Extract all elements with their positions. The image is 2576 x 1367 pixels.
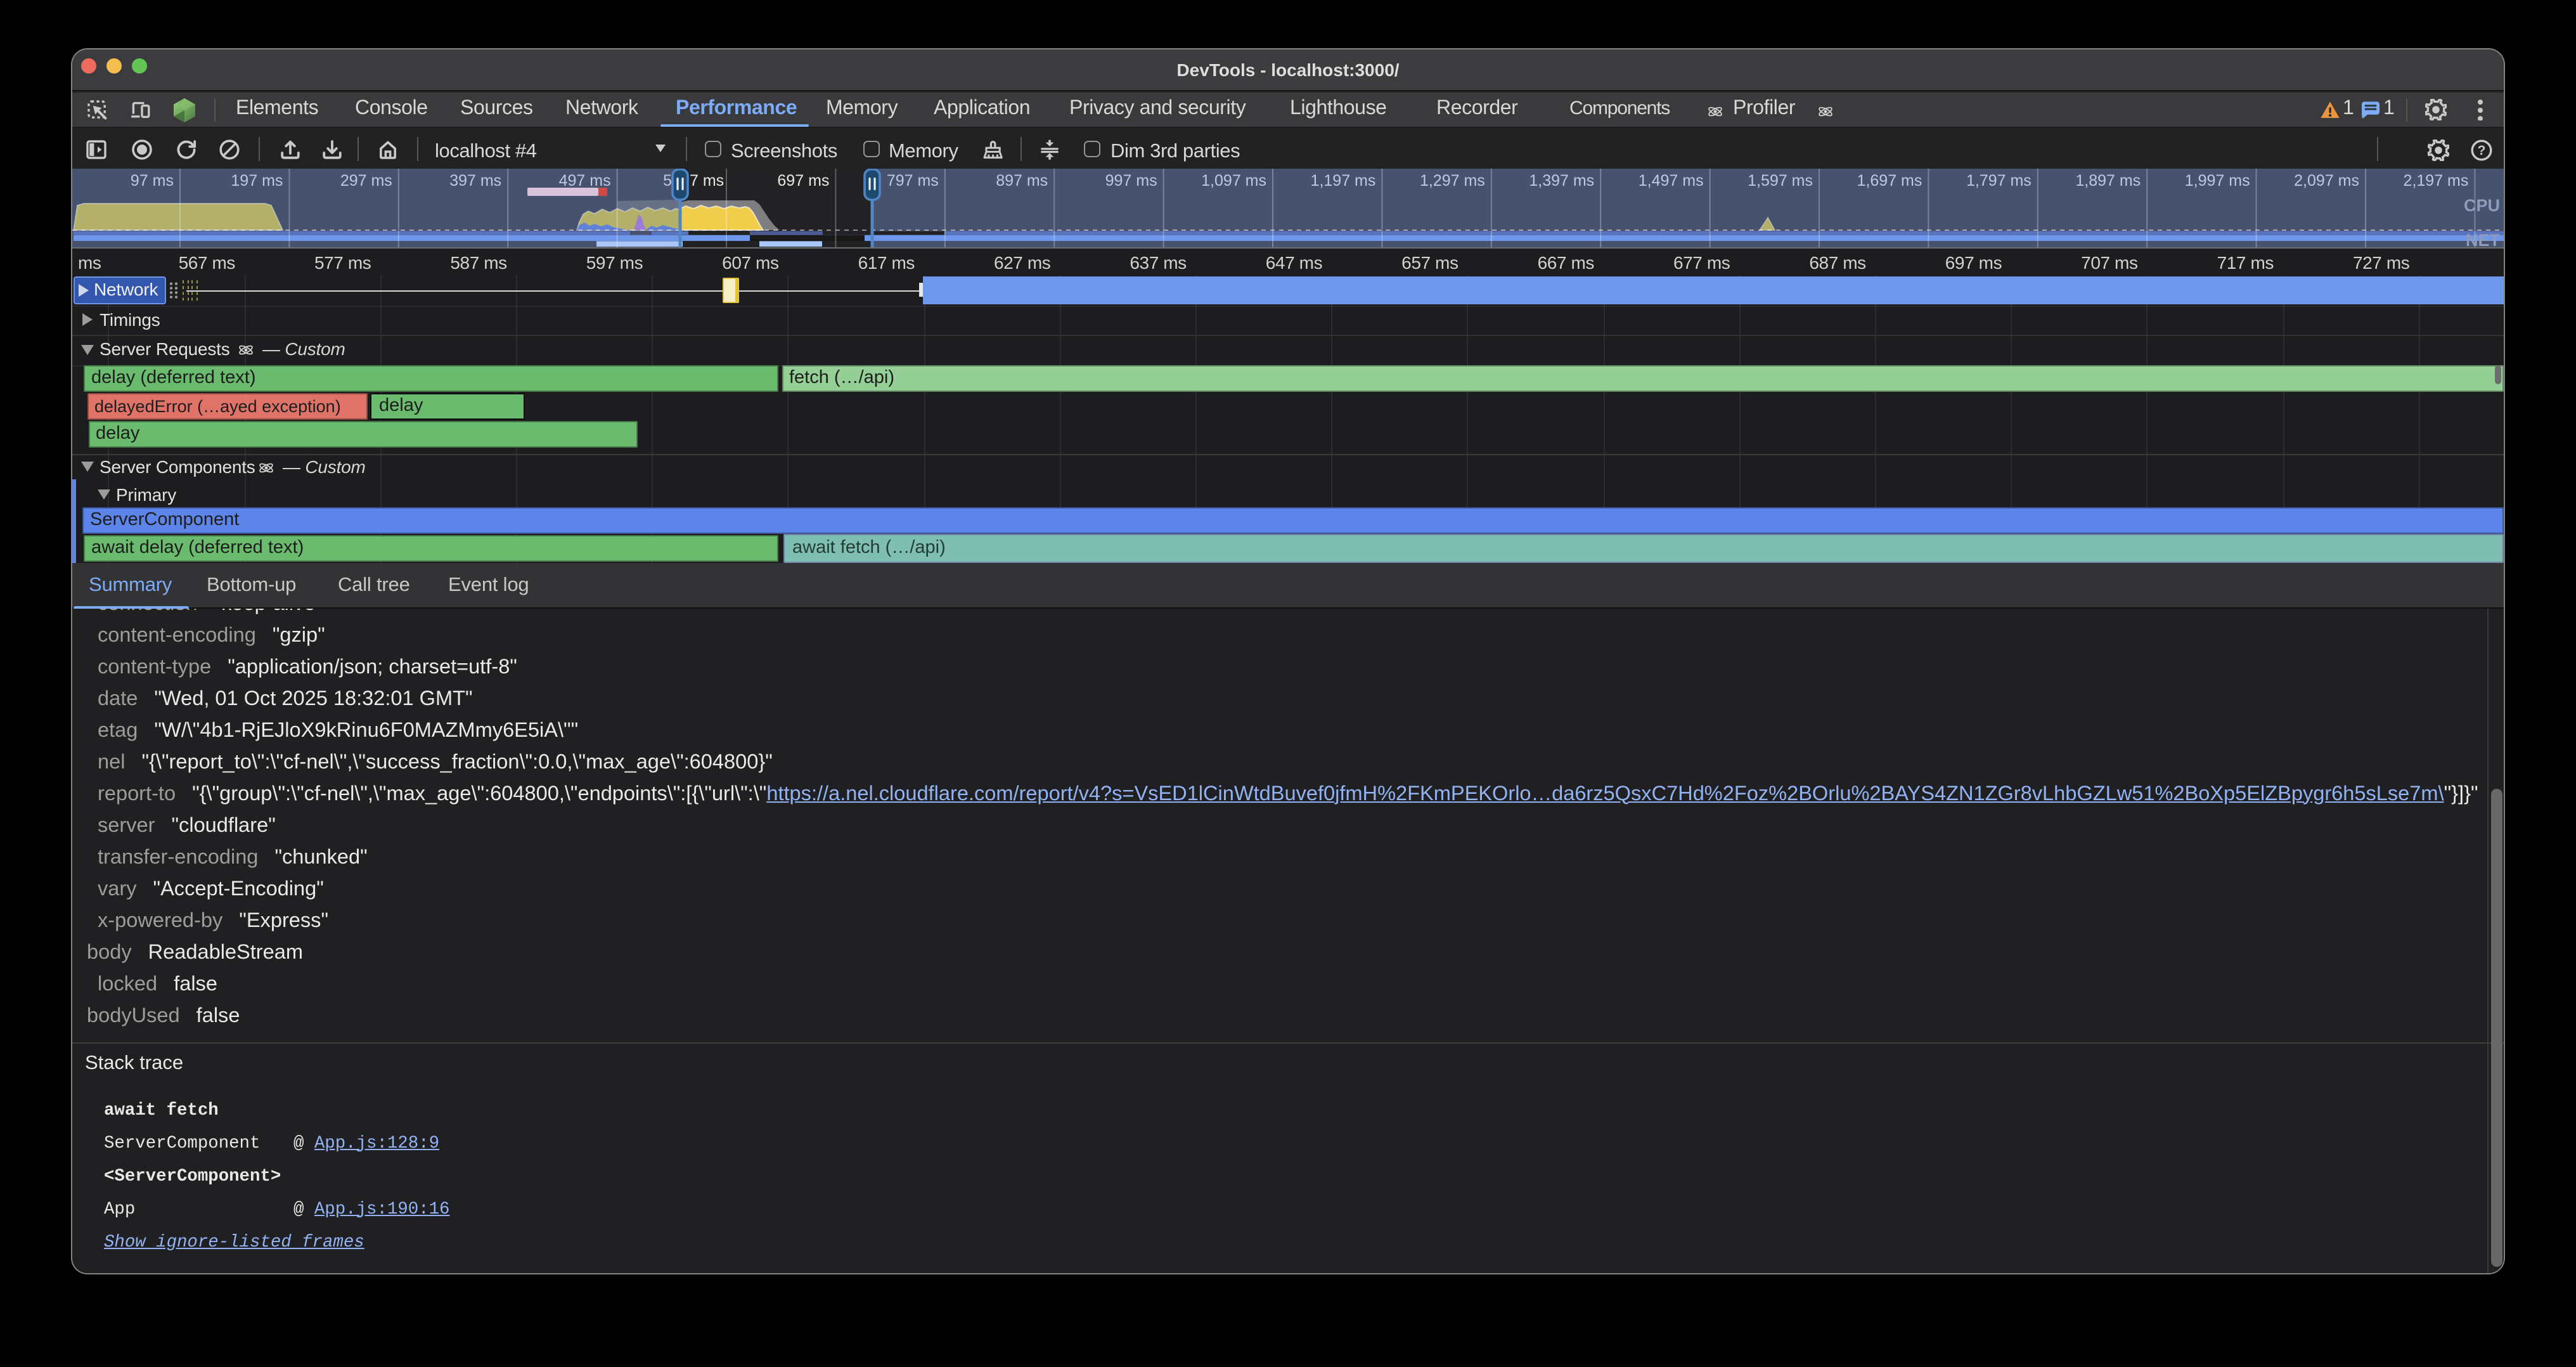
svg-text:697 ms: 697 ms: [777, 172, 829, 190]
svg-text:1,097 ms: 1,097 ms: [1201, 172, 1266, 190]
svg-text:97 ms: 97 ms: [131, 172, 174, 190]
svg-text:1,197 ms: 1,197 ms: [1311, 172, 1376, 190]
svg-text:2,197 ms: 2,197 ms: [2404, 172, 2469, 190]
svg-text:5: 5: [663, 172, 672, 190]
svg-text:1,697 ms: 1,697 ms: [1857, 172, 1922, 190]
svg-text:CPU: CPU: [2464, 196, 2500, 215]
svg-text:897 ms: 897 ms: [996, 172, 1048, 190]
svg-text:797 ms: 797 ms: [887, 172, 939, 190]
svg-text:1,497 ms: 1,497 ms: [1639, 172, 1704, 190]
svg-text:1,597 ms: 1,597 ms: [1748, 172, 1813, 190]
svg-text:7 ms: 7 ms: [690, 172, 724, 190]
svg-text:997 ms: 997 ms: [1105, 172, 1157, 190]
svg-text:497 ms: 497 ms: [559, 172, 611, 190]
svg-text:397 ms: 397 ms: [449, 172, 501, 190]
svg-text:197 ms: 197 ms: [231, 172, 283, 190]
svg-text:1,297 ms: 1,297 ms: [1420, 172, 1485, 190]
svg-text:NET: NET: [2466, 231, 2501, 249]
svg-text:1,397 ms: 1,397 ms: [1529, 172, 1594, 190]
svg-text:297 ms: 297 ms: [340, 172, 392, 190]
svg-text:1,797 ms: 1,797 ms: [1966, 172, 2032, 190]
svg-text:?: ?: [2478, 143, 2486, 157]
svg-text:1,897 ms: 1,897 ms: [2075, 172, 2141, 190]
svg-text:2,097 ms: 2,097 ms: [2294, 172, 2359, 190]
svg-text:1,997 ms: 1,997 ms: [2185, 172, 2250, 190]
